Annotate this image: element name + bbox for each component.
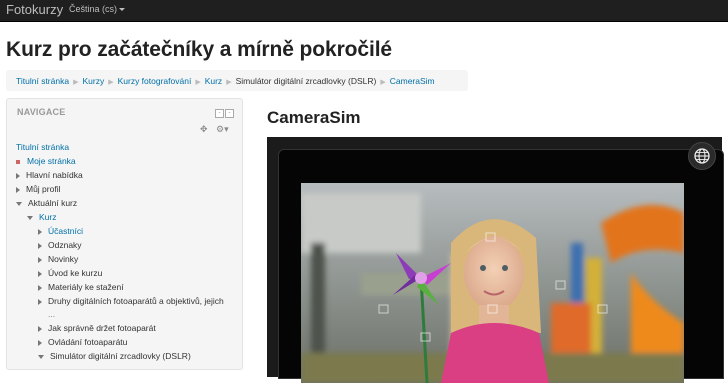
nav-item-participants[interactable]: Účastníci: [38, 226, 83, 236]
breadcrumb-separator-icon: ▶: [380, 79, 386, 86]
caret-down-icon: [119, 8, 126, 12]
expand-icon: [16, 186, 20, 193]
breadcrumb-separator-icon: ▶: [73, 79, 79, 86]
nav-item-holding-camera-label: Jak správně držet fotoaparát: [48, 323, 156, 333]
nav-item-intro[interactable]: Úvod ke kurzu: [38, 268, 102, 278]
nav-item-camera-types-label: Druhy digitálních fotoaparátů a objektiv…: [48, 296, 224, 306]
language-label: Čeština (cs): [69, 4, 118, 14]
nav-item-main-menu[interactable]: Hlavní nabídka: [16, 170, 83, 180]
nav-item-course[interactable]: Kurz: [27, 212, 56, 222]
collapse-icon[interactable]: -: [225, 109, 234, 118]
camerasim-simulator[interactable]: [267, 137, 724, 383]
breadcrumb-separator-icon: ▶: [108, 79, 114, 86]
nav-item-downloads[interactable]: Materiály ke stažení: [38, 282, 124, 292]
breadcrumb-home[interactable]: Titulní stránka: [16, 76, 69, 86]
child-subject: [441, 219, 549, 383]
breadcrumb-camerasim[interactable]: CameraSim: [390, 76, 435, 86]
nav-item-badges[interactable]: Odznaky: [38, 240, 82, 250]
globe-icon[interactable]: [688, 142, 716, 170]
globe-icon-graphic: [694, 148, 710, 164]
site-brand[interactable]: Fotokurzy: [6, 2, 63, 17]
nav-item-current-course[interactable]: Aktuální kurz: [16, 198, 77, 208]
breadcrumb: Titulní stránka ▶ Kurzy ▶ Kurzy fotografován…: [6, 70, 468, 91]
move-icon[interactable]: ✥: [200, 124, 208, 135]
top-navbar: Fotokurzy Čeština (cs): [0, 0, 728, 22]
expand-icon: [38, 242, 42, 249]
module-title: CameraSim: [267, 108, 361, 127]
gear-icon[interactable]: ⚙▾: [216, 124, 229, 135]
expand-icon: [38, 270, 42, 277]
nav-item-camera-controls[interactable]: Ovládání fotoaparátu: [38, 337, 127, 347]
nav-item-downloads-label: Materiály ke stažení: [48, 282, 124, 292]
dock-icon[interactable]: -: [215, 109, 224, 118]
nav-item-course-label: Kurz: [39, 212, 57, 222]
expand-icon: [38, 325, 42, 332]
camera-lcd-frame: [278, 149, 724, 383]
nav-item-ellipsis: ...: [48, 309, 56, 319]
expand-icon: [38, 284, 42, 291]
nav-item-my-profile[interactable]: Můj profil: [16, 184, 60, 194]
nav-item-news[interactable]: Novinky: [38, 254, 78, 264]
breadcrumb-course[interactable]: Kurz: [205, 76, 222, 86]
expand-icon: [38, 298, 42, 305]
nav-item-current-course-label: Aktuální kurz: [28, 198, 78, 208]
nav-item-news-label: Novinky: [48, 254, 79, 264]
breadcrumb-section: Simulátor digitální zrcadlovky (DSLR): [235, 76, 377, 86]
expand-icon: [16, 172, 20, 179]
collapse-arrow-icon: [27, 215, 33, 220]
breadcrumb-separator-icon: ▶: [195, 79, 201, 86]
bullet-icon: [16, 159, 20, 164]
nav-item-participants-label: Účastníci: [48, 226, 83, 236]
expand-icon: [38, 256, 42, 263]
expand-icon: [38, 228, 42, 235]
breadcrumb-separator-icon: ▶: [226, 79, 232, 86]
nav-item-camera-controls-label: Ovládání fotoaparátu: [48, 337, 128, 347]
page-title: Kurz pro začátečníky a mírně pokročilé: [6, 38, 393, 61]
simulator-photo: [301, 183, 684, 383]
nav-item-home[interactable]: Titulní stránka: [16, 142, 69, 152]
nav-item-camera-types[interactable]: Druhy digitálních fotoaparátů a objektiv…: [38, 296, 224, 306]
nav-item-dslr-simulator[interactable]: Simulátor digitální zrcadlovky (DSLR): [38, 351, 191, 361]
nav-item-badges-label: Odznaky: [48, 240, 82, 250]
expand-icon: [38, 339, 42, 346]
breadcrumb-courses[interactable]: Kurzy: [82, 76, 104, 86]
nav-item-my-page-label: Moje stránka: [27, 156, 76, 166]
nav-item-my-page[interactable]: Moje stránka: [16, 156, 76, 166]
nav-item-holding-camera[interactable]: Jak správně držet fotoaparát: [38, 323, 156, 333]
nav-item-dslr-simulator-label: Simulátor digitální zrcadlovky (DSLR): [50, 351, 191, 361]
navigation-block-title: NAVIGACE: [17, 107, 66, 117]
nav-item-main-menu-label: Hlavní nabídka: [26, 170, 83, 180]
language-menu[interactable]: Čeština (cs): [69, 4, 126, 14]
nav-item-intro-label: Úvod ke kurzu: [48, 268, 103, 278]
breadcrumb-photo-courses[interactable]: Kurzy fotografování: [118, 76, 192, 86]
collapse-arrow-icon: [38, 354, 44, 359]
nav-item-my-profile-label: Můj profil: [26, 184, 61, 194]
collapse-arrow-icon: [16, 201, 22, 206]
